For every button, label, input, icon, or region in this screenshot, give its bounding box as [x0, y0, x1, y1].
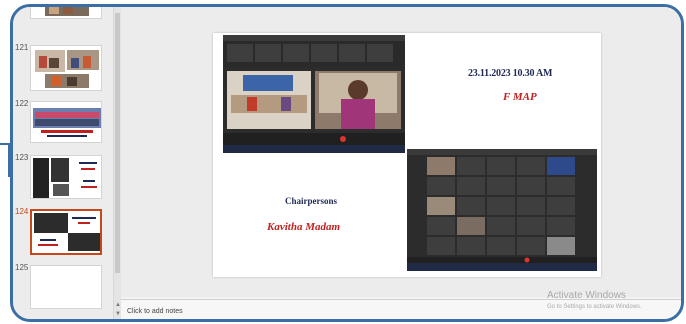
slide-session-title: F MAP [503, 91, 537, 103]
thumbnail-image [32, 211, 100, 253]
meeting-screenshot-top [223, 35, 405, 153]
slide-number: 123 [15, 153, 29, 162]
thumbnail-image [31, 7, 101, 18]
slide-chairpersons-label: Chairpersons [285, 196, 338, 206]
powerpoint-window: 121 122 123 124 125 ▲ ▼ 23.11.2023 10.30… [10, 4, 684, 322]
slide-thumbnail[interactable] [30, 265, 102, 309]
thumbnail-scrollbar[interactable]: ▲ ▼ [113, 7, 121, 319]
thumbnail-image [31, 46, 101, 90]
meeting-screenshot-bottom [407, 149, 597, 271]
watermark-subtitle: Go to Settings to activate Windows. [547, 304, 642, 310]
slide-chairperson-name: Kavitha Madam [267, 221, 341, 233]
thumbnail-image [31, 156, 101, 198]
watermark-title: Activate Windows [547, 290, 626, 301]
slide-editing-area: 23.11.2023 10.30 AM F MAP Chairpersons K… [121, 7, 681, 297]
thumbnail-image [31, 102, 101, 142]
slide-thumbnail[interactable] [30, 155, 102, 199]
callout-pointer [0, 143, 10, 177]
slide-thumbnail-panel[interactable]: 121 122 123 124 125 [13, 7, 113, 319]
slide-number: 121 [15, 43, 29, 52]
slide-number: 125 [15, 263, 29, 272]
slide-date-time: 23.11.2023 10.30 AM [468, 68, 553, 79]
slide-thumbnail-selected[interactable] [30, 209, 102, 255]
notes-placeholder[interactable]: Click to add notes [127, 308, 183, 315]
meeting-video-grid [223, 41, 405, 153]
slide-thumbnail[interactable] [30, 7, 102, 19]
activate-windows-watermark: Activate Windows Go to Settings to activ… [547, 290, 642, 310]
scrollbar-thumb[interactable] [115, 13, 120, 273]
main-slide[interactable]: 23.11.2023 10.30 AM F MAP Chairpersons K… [213, 33, 601, 277]
slide-number: 124 [15, 207, 29, 216]
slide-number: 122 [15, 99, 29, 108]
meeting-participant-grid [407, 149, 597, 271]
slide-thumbnail[interactable] [30, 45, 102, 91]
slide-thumbnail[interactable] [30, 101, 102, 143]
